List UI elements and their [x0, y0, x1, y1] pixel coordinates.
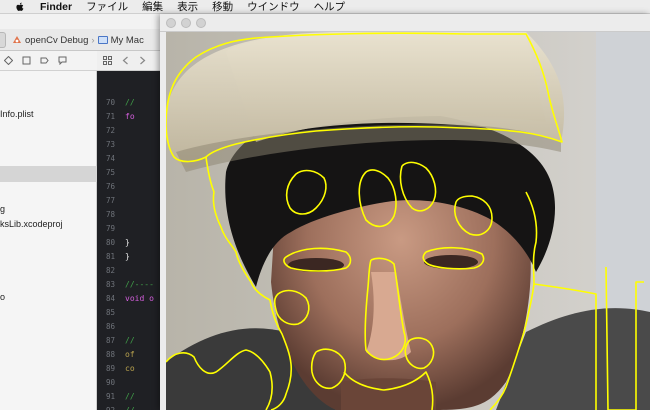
line-number: 86 [105, 322, 115, 331]
camera-window-titlebar[interactable] [160, 14, 650, 32]
line-number: 71 [105, 112, 115, 121]
line-number: 89 [105, 364, 115, 373]
menu-window[interactable]: ウインドウ [247, 0, 300, 14]
mouth-shadow [341, 378, 436, 410]
code-line: // [125, 392, 135, 401]
file-xcodeproj[interactable]: ksLib.xcodeproj [0, 219, 63, 229]
line-number: 80 [105, 238, 115, 247]
line-number: 92 [106, 406, 115, 410]
line-number: 72 [105, 126, 115, 135]
debug-navigator-icon[interactable] [22, 56, 31, 65]
right-eye [424, 255, 478, 269]
navigator-tabs [0, 51, 97, 71]
line-number: 90 [105, 378, 115, 387]
apple-menu-icon[interactable] [14, 1, 26, 13]
close-button[interactable] [166, 18, 176, 28]
back-arrow-icon[interactable] [122, 56, 129, 65]
file-info-plist[interactable]: Info.plist [0, 109, 34, 119]
camera-frame [166, 32, 650, 410]
related-items-icon[interactable] [103, 56, 112, 65]
selected-row[interactable] [0, 166, 97, 182]
line-number: 87 [105, 336, 115, 345]
line-number: 76 [105, 182, 115, 191]
tag-navigator-icon[interactable] [40, 56, 49, 65]
file-item-2[interactable]: o [0, 292, 5, 302]
line-number: 70 [105, 98, 115, 107]
code-line: // [125, 336, 135, 345]
code-line: fo [125, 112, 135, 121]
target-icon [13, 36, 21, 43]
line-number: 73 [105, 140, 115, 149]
line-number: 75 [105, 168, 115, 177]
chevron-right-icon: › [91, 34, 95, 46]
menu-view[interactable]: 表示 [177, 0, 198, 14]
code-line: } [125, 252, 130, 261]
line-number: 81 [105, 252, 115, 261]
scheme-device-label[interactable]: My Mac [111, 35, 144, 46]
report-navigator-icon[interactable] [58, 56, 67, 65]
toolbar-segment[interactable] [0, 32, 6, 48]
code-line: void o [125, 294, 154, 303]
line-number: 82 [105, 266, 115, 275]
line-number: 88 [105, 350, 115, 359]
menu-finder[interactable]: Finder [40, 1, 72, 13]
code-line: co [125, 364, 135, 373]
menu-help[interactable]: ヘルプ [314, 0, 346, 14]
line-number: 85 [105, 308, 115, 317]
edge-detection-image [166, 32, 650, 410]
line-number: 83 [105, 280, 115, 289]
camera-window[interactable] [160, 14, 650, 410]
file-item[interactable]: g [0, 204, 5, 214]
minimize-button[interactable] [181, 18, 191, 28]
menu-go[interactable]: 移動 [212, 0, 233, 14]
line-number: 78 [105, 210, 115, 219]
code-line: // [125, 98, 135, 107]
menu-edit[interactable]: 編集 [142, 0, 163, 14]
forward-arrow-icon[interactable] [139, 56, 146, 65]
code-line: //---- [125, 280, 154, 289]
line-number: 84 [105, 294, 115, 303]
scheme-selector[interactable]: openCv Debug › My Mac [0, 32, 144, 48]
zoom-button[interactable] [196, 18, 206, 28]
line-number: 91 [105, 392, 115, 401]
line-number: 74 [105, 154, 115, 163]
breakpoint-navigator-icon[interactable] [4, 56, 13, 65]
project-navigator: Info.plist g ksLib.xcodeproj o [0, 71, 97, 410]
line-number: 79 [105, 224, 115, 233]
menu-file[interactable]: ファイル [86, 0, 128, 14]
line-number-gutter: 70 71 72 73 74 75 76 77 78 79 80 81 82 83 84 85 86 87 88 89… [97, 71, 121, 410]
mac-device-icon [97, 36, 108, 44]
menu-bar: Finder ファイル 編集 表示 移動 ウインドウ ヘルプ [0, 0, 650, 14]
scheme-target-label[interactable]: openCv Debug [25, 35, 88, 46]
code-line: of [125, 350, 135, 359]
editor-jump-bar [97, 51, 167, 71]
line-number: 77 [105, 196, 115, 205]
code-line: // [125, 406, 135, 410]
code-line: } [125, 238, 130, 247]
